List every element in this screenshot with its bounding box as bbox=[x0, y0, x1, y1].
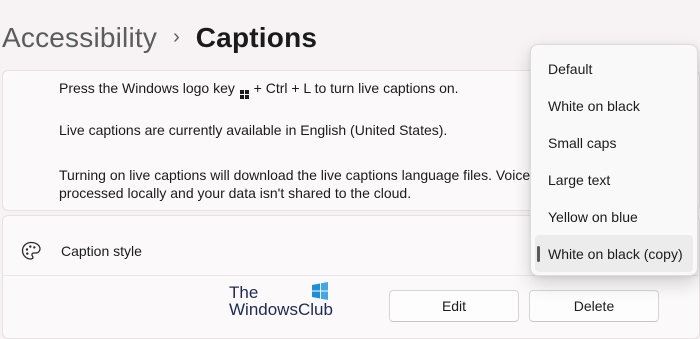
dropdown-option-white-on-black[interactable]: White on black bbox=[535, 87, 693, 124]
download-info-line-1: Turning on live captions will download t… bbox=[59, 167, 531, 183]
palette-icon bbox=[21, 241, 41, 260]
delete-button[interactable]: Delete bbox=[529, 290, 659, 322]
logo-text-line-2: WindowsClub bbox=[229, 300, 333, 319]
dropdown-option-default[interactable]: Default bbox=[535, 50, 693, 87]
edit-button[interactable]: Edit bbox=[389, 290, 519, 322]
shortcut-text-post: + Ctrl + L to turn live captions on. bbox=[253, 80, 459, 96]
dropdown-option-yellow-on-blue[interactable]: Yellow on blue bbox=[535, 198, 693, 235]
download-info-line-2: processed locally and your data isn't sh… bbox=[59, 185, 412, 201]
dropdown-option-small-caps[interactable]: Small caps bbox=[535, 124, 693, 161]
shortcut-info-text: Press the Windows logo key + Ctrl + L to… bbox=[59, 80, 459, 99]
shortcut-text-pre: Press the Windows logo key bbox=[59, 80, 235, 96]
caption-style-dropdown[interactable]: Default White on black Small caps Large … bbox=[530, 44, 698, 276]
windows-flag-icon bbox=[312, 282, 328, 300]
caption-style-label: Caption style bbox=[61, 243, 142, 259]
windows-logo-icon bbox=[239, 90, 249, 99]
dropdown-option-large-text[interactable]: Large text bbox=[535, 161, 693, 198]
dropdown-option-white-on-black-copy[interactable]: White on black (copy) bbox=[535, 235, 693, 272]
availability-text: Live captions are currently available in… bbox=[59, 122, 448, 138]
chevron-right-icon: › bbox=[173, 25, 180, 48]
thewindowsclub-logo: The WindowsClub bbox=[229, 281, 339, 321]
page-title: Captions bbox=[195, 22, 318, 53]
breadcrumb-parent-accessibility[interactable]: Accessibility bbox=[2, 22, 157, 54]
breadcrumb: Accessibility › Captions bbox=[2, 18, 317, 58]
